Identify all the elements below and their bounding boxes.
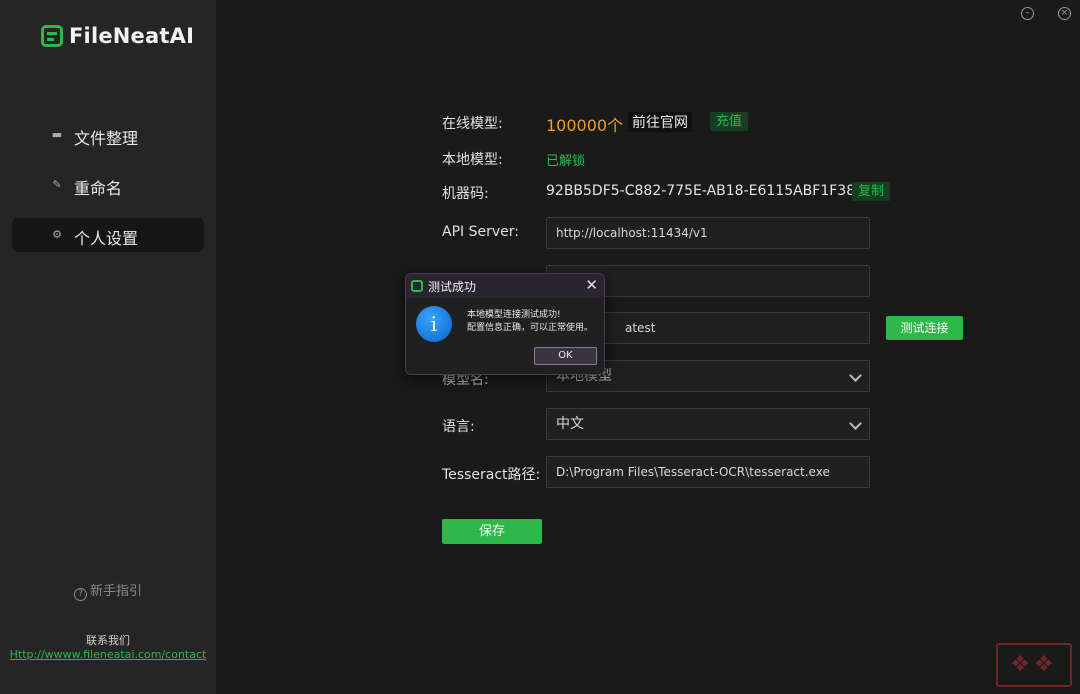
- recharge-button[interactable]: 充值: [710, 112, 749, 131]
- logo-text: FileNeatAI: [69, 24, 195, 48]
- info-icon: i: [416, 306, 452, 342]
- app-icon: [411, 280, 423, 292]
- dialog-close-icon[interactable]: ✕: [585, 276, 598, 294]
- machine-code-label: 机器码:: [442, 186, 489, 202]
- sidebar-item-file-organize[interactable]: ▬ 文件整理: [12, 118, 204, 152]
- tesseract-label: Tesseract路径:: [442, 467, 541, 483]
- sidebar-item-label: 个人设置: [74, 229, 139, 248]
- sidebar-item-label: 重命名: [74, 179, 123, 198]
- sidebar: FileNeatAI ▬ 文件整理 ✎ 重命名 ⚙ 个人设置 ? 新手指引 联系我…: [0, 0, 216, 694]
- watermark-stamp: ❖❖: [996, 643, 1072, 687]
- help-label: 新手指引: [89, 584, 142, 599]
- tesseract-path-input[interactable]: D:\Program Files\Tesseract-OCR\tesseract…: [546, 456, 870, 488]
- sidebar-nav: ▬ 文件整理 ✎ 重命名 ⚙ 个人设置: [12, 118, 204, 268]
- dialog-titlebar: 测试成功 ✕: [406, 274, 604, 298]
- chevron-down-icon: [849, 417, 862, 430]
- chevron-down-icon: [849, 369, 862, 382]
- folder-icon: ▬: [51, 128, 63, 141]
- ok-button[interactable]: OK: [534, 347, 597, 365]
- dialog-message-line1: 本地模型连接测试成功!: [467, 310, 561, 320]
- question-icon: ?: [73, 588, 87, 601]
- online-model-label: 在线模型:: [442, 116, 503, 132]
- minimize-icon[interactable]: –: [1021, 7, 1034, 20]
- language-select[interactable]: 中文: [546, 408, 870, 440]
- local-model-label: 本地模型:: [442, 152, 503, 168]
- help-link[interactable]: ? 新手指引: [0, 580, 216, 601]
- test-connection-button[interactable]: 测试连接: [886, 316, 963, 340]
- sidebar-item-label: 文件整理: [74, 129, 139, 148]
- api-server-input[interactable]: http://localhost:11434/v1: [546, 217, 870, 249]
- online-model-count: 100000个: [546, 116, 624, 135]
- edit-icon: ✎: [52, 178, 62, 191]
- language-value: 中文: [556, 416, 584, 432]
- gear-icon: ⚙: [52, 228, 62, 241]
- logo-icon: [41, 25, 63, 47]
- success-dialog: 测试成功 ✕ i 本地模型连接测试成功! 配置信息正确，可以正常使用。 OK: [405, 273, 605, 375]
- app-logo: FileNeatAI: [41, 24, 194, 48]
- api-server-label: API Server:: [442, 224, 519, 240]
- sidebar-item-rename[interactable]: ✎ 重命名: [12, 168, 204, 202]
- save-button[interactable]: 保存: [442, 519, 542, 544]
- close-icon[interactable]: ×: [1058, 7, 1071, 20]
- dialog-title: 测试成功: [428, 280, 477, 294]
- official-site-link[interactable]: 前往官网: [628, 112, 692, 132]
- machine-code-value: 92BB5DF5-C882-775E-AB18-E6115ABF1F38: [546, 183, 856, 199]
- language-label: 语言:: [442, 419, 475, 435]
- dialog-message-line2: 配置信息正确，可以正常使用。: [467, 323, 594, 333]
- contact-label: 联系我们: [86, 634, 130, 647]
- contact-link[interactable]: Http://wwww.fileneatai.com/contact: [0, 648, 216, 661]
- local-model-status: 已解锁: [546, 154, 586, 169]
- sidebar-item-settings[interactable]: ⚙ 个人设置: [12, 218, 204, 252]
- copy-button[interactable]: 复制: [852, 182, 891, 201]
